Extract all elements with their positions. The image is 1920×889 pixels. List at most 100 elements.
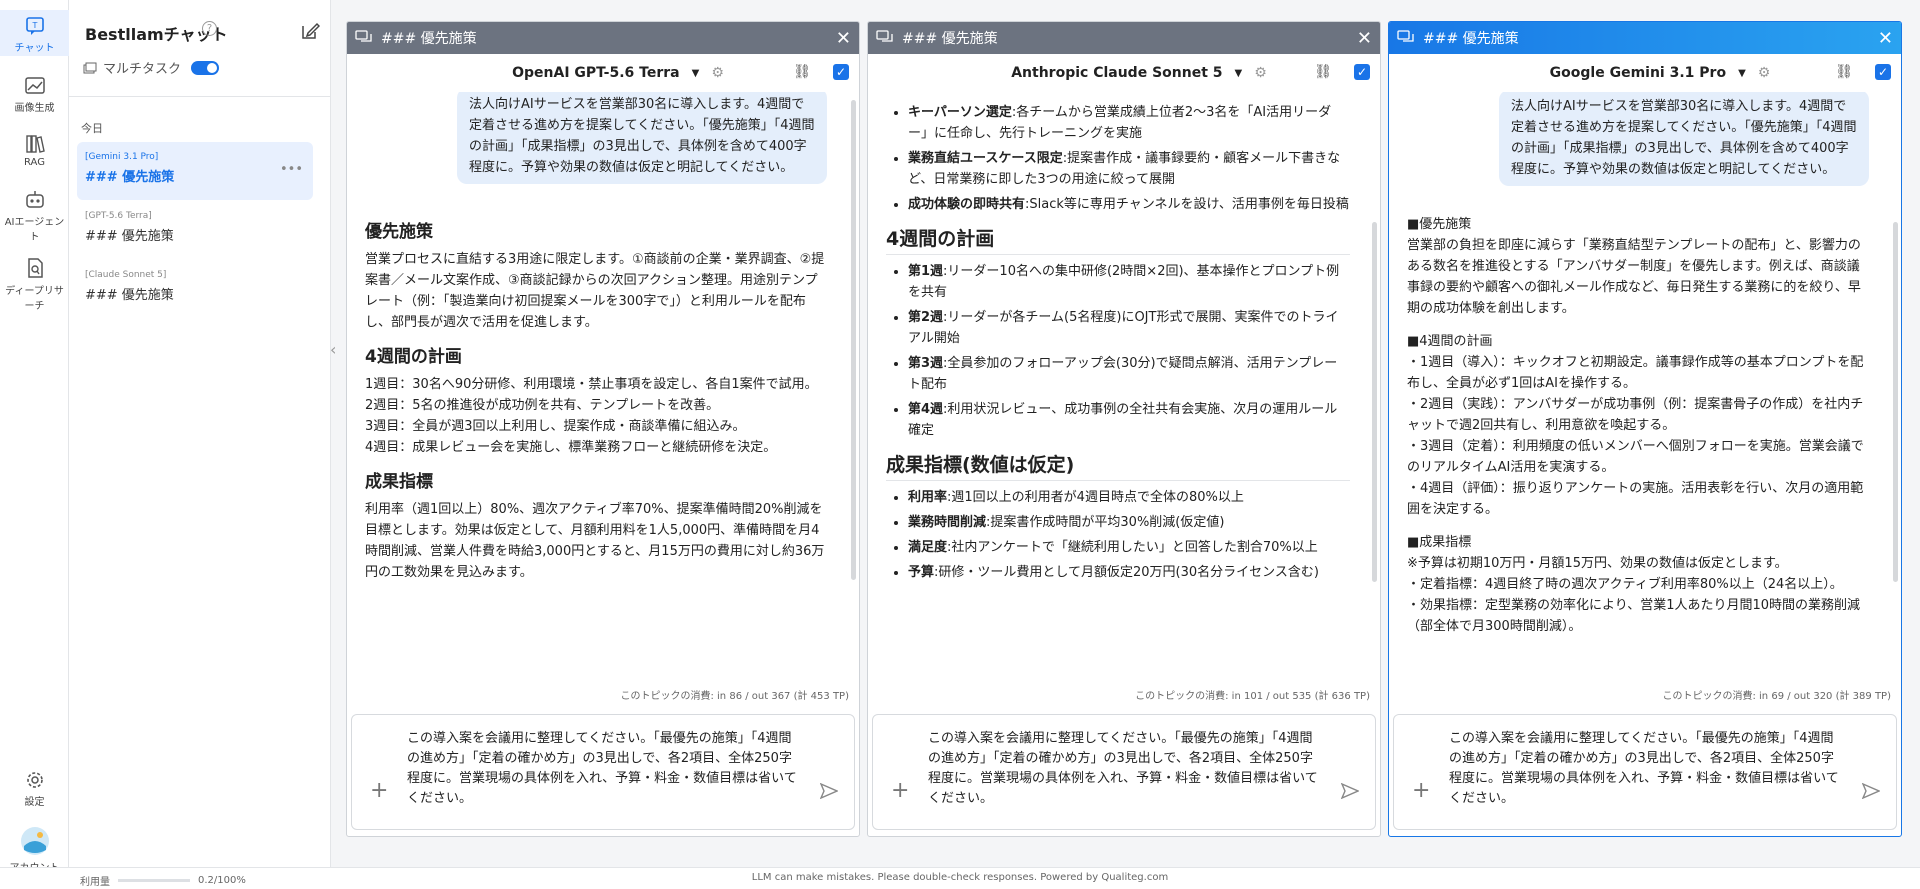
- link-icon[interactable]: ⛓: [1835, 64, 1853, 80]
- plus-icon[interactable]: +: [1412, 780, 1430, 802]
- response-paragraph: 営業プロセスに直結する3用途に限定します。①商談前の企業・業界調査、②提案書／メ…: [365, 252, 825, 330]
- rail-rag[interactable]: RAG: [0, 134, 69, 168]
- rail-agent-label: AIエージェント: [4, 217, 65, 243]
- list-item: 第1週:リーダー10名への集中研修(2時間×2回)、基本操作とプロンプト例を共有: [908, 261, 1350, 303]
- response-line: ※予算は初期10万円・月額15万円、効果の数値は仮定とします。: [1407, 556, 1788, 571]
- list-item: 予算:研修・ツール費用として月額仮定20万円(30名分ライセンス含む): [908, 562, 1350, 583]
- token-usage: このトピックの消費: in 101 / out 535 (計 636 TP): [1135, 691, 1370, 702]
- response-line: 4週目：成果レビュー会を実施し、標準業務フローと継続研修を決定。: [365, 440, 777, 455]
- message-input[interactable]: この導入案を会議用に整理してください。「最優先の施策」「4週間の進め方」「定着の…: [351, 714, 855, 830]
- list-item: 満足度:社内アンケートで「継続利用したい」と回答した割合70%以上: [908, 537, 1350, 558]
- send-icon[interactable]: [820, 783, 838, 799]
- chat-panel-gpt: ### 優先施策 ✕ OpenAI GPT-5.6 Terra ▼ ⚙ ⛓ ✓ 法人…: [346, 21, 860, 837]
- collapse-sidebar-icon[interactable]: ‹: [330, 340, 336, 359]
- link-icon[interactable]: ⛓: [793, 64, 811, 80]
- model-selector[interactable]: OpenAI GPT-5.6 Terra ▼ ⚙ ⛓ ✓: [347, 54, 859, 92]
- model-name: OpenAI GPT-5.6 Terra: [512, 65, 680, 81]
- rail-deep-research-label: ディープリサーチ: [5, 286, 64, 312]
- close-icon[interactable]: ✕: [1357, 28, 1372, 49]
- gear-icon: [26, 772, 43, 788]
- rail-settings-label: 設定: [24, 797, 45, 808]
- sliders-icon[interactable]: ⚙: [1254, 65, 1267, 81]
- multitask-toggle[interactable]: [191, 60, 220, 75]
- conversation-item[interactable]: [GPT-5.6 Terra] ### 優先施策: [77, 201, 313, 259]
- windows-icon: [83, 62, 97, 73]
- rail-chat[interactable]: T チャット: [0, 10, 69, 56]
- message-input-text: この導入案を会議用に整理してください。「最優先の施策」「4週間の進め方」「定着の…: [928, 731, 1318, 806]
- link-icon[interactable]: ⛓: [1314, 64, 1332, 80]
- sliders-icon[interactable]: ⚙: [1758, 65, 1771, 81]
- conversation-title: ### 優先施策: [85, 170, 175, 185]
- select-checkbox[interactable]: ✓: [1354, 64, 1370, 80]
- list-item: 成功体験の即時共有:Slack等に専用チャンネルを設け、活用事例を毎日投稿: [908, 194, 1350, 215]
- image-icon: [24, 77, 45, 94]
- app: T チャット 画像生成 RAG AIエージェント ディープリサーチ 設定 アカウ…: [0, 0, 1920, 889]
- chat-bubbles-icon: [876, 30, 893, 42]
- rail-image[interactable]: 画像生成: [0, 76, 69, 114]
- plus-icon[interactable]: +: [370, 780, 388, 802]
- message-input[interactable]: この導入案を会議用に整理してください。「最優先の施策」「4週間の進め方」「定着の…: [872, 714, 1376, 830]
- scrollbar[interactable]: [1893, 222, 1898, 582]
- rail-deep-research[interactable]: ディープリサーチ: [0, 257, 69, 312]
- list-item: 第4週:利用状況レビュー、成功事例の全社共有会実施、次月の運用ルール確定: [908, 399, 1350, 441]
- send-icon[interactable]: [1341, 783, 1359, 799]
- message-area: 法人向けAIサービスを営業部30名に導入します。4週間で定着させる進め方を提案し…: [1389, 92, 1889, 687]
- response-line: 2週目：5名の推進役が成功例を共有、テンプレートを改善。: [365, 398, 720, 413]
- multitask-row: マルチタスク: [83, 58, 220, 77]
- disclaimer: LLM can make mistakes. Please double-che…: [751, 872, 1169, 883]
- panel-title: ### 優先施策: [1423, 31, 1519, 47]
- more-icon[interactable]: •••: [280, 162, 303, 177]
- rail-settings[interactable]: 設定: [0, 770, 69, 808]
- model-selector[interactable]: Anthropic Claude Sonnet 5 ▼ ⚙ ⛓ ✓: [868, 54, 1380, 92]
- response-heading: 優先施策: [365, 222, 433, 242]
- help-icon[interactable]: ?: [202, 21, 217, 36]
- list-item: キーパーソン選定:各チームから営業成績上位者2〜3名を「AI活用リーダー」に任命…: [908, 102, 1350, 144]
- close-icon[interactable]: ✕: [1878, 28, 1893, 49]
- panel-title: ### 優先施策: [902, 31, 998, 47]
- token-usage: このトピックの消費: in 86 / out 367 (計 453 TP): [620, 691, 849, 702]
- message-input[interactable]: この導入案を会議用に整理してください。「最優先の施策」「4週間の進め方」「定着の…: [1393, 714, 1897, 830]
- document-search-icon: [27, 258, 43, 278]
- panel-header: ### 優先施策 ✕: [1389, 22, 1901, 54]
- section-today: 今日: [81, 122, 103, 135]
- model-name: Anthropic Claude Sonnet 5: [1011, 65, 1223, 81]
- model-selector[interactable]: Google Gemini 3.1 Pro ▼ ⚙ ⛓ ✓: [1389, 54, 1901, 92]
- chevron-down-icon: ▼: [1234, 67, 1243, 79]
- list-item: 第3週:全員参加のフォローアップ会(30分)で疑問点解消、活用テンプレート配布: [908, 353, 1350, 395]
- chat-icon: T: [25, 17, 44, 35]
- plus-icon[interactable]: +: [891, 780, 909, 802]
- divider: [69, 96, 331, 97]
- robot-icon: [25, 191, 44, 208]
- conversation-title: ### 優先施策: [85, 229, 174, 244]
- icon-rail: T チャット 画像生成 RAG AIエージェント ディープリサーチ 設定 アカウ…: [0, 0, 69, 874]
- response-heading: 4週間の計画: [886, 229, 1350, 255]
- send-icon[interactable]: [1862, 783, 1880, 799]
- token-usage: このトピックの消費: in 69 / out 320 (計 389 TP): [1662, 691, 1891, 702]
- select-checkbox[interactable]: ✓: [833, 64, 849, 80]
- panel-header: ### 優先施策 ✕: [868, 22, 1380, 54]
- response-heading: 4週間の計画: [365, 347, 462, 367]
- response-heading: 成果指標: [365, 472, 433, 492]
- response-line: 1週目：30名へ90分研修、利用環境・禁止事項を設定し、各自1案件で試用。: [365, 377, 818, 392]
- scrollbar[interactable]: [851, 100, 856, 580]
- rail-agent[interactable]: AIエージェント: [0, 190, 69, 243]
- scrollbar[interactable]: [1372, 222, 1377, 582]
- sliders-icon[interactable]: ⚙: [711, 65, 724, 81]
- new-chat-icon[interactable]: [300, 21, 320, 41]
- response-line: ・4週目（評価）：振り返りアンケートの実施。活用表彰を行い、次月の適用範囲を決定…: [1407, 481, 1864, 517]
- conversation-item[interactable]: [Claude Sonnet 5] ### 優先施策: [77, 260, 313, 318]
- conversation-item[interactable]: [Gemini 3.1 Pro] ### 優先施策 •••: [77, 142, 313, 200]
- panel-title: ### 優先施策: [381, 31, 477, 47]
- close-icon[interactable]: ✕: [836, 28, 851, 49]
- conversation-model: [Gemini 3.1 Pro]: [85, 152, 159, 162]
- message-input-text: この導入案を会議用に整理してください。「最優先の施策」「4週間の進め方」「定着の…: [407, 731, 797, 806]
- chevron-down-icon: ▼: [1738, 67, 1746, 79]
- response-line: 3週目：全員が週3回以上利用し、提案作成・商談準備に組込み。: [365, 419, 746, 434]
- model-name: Google Gemini 3.1 Pro: [1549, 65, 1727, 81]
- select-checkbox[interactable]: ✓: [1875, 64, 1891, 80]
- response-line: ・2週目（実践）：アンバサダーが成功事例（例：提案書骨子の作成）を社内チャットで…: [1407, 397, 1864, 433]
- response-list: 第1週:リーダー10名への集中研修(2時間×2回)、基本操作とプロンプト例を共有…: [886, 261, 1350, 441]
- chat-bubbles-icon: [1397, 30, 1414, 42]
- message-area: キーパーソン選定:各チームから営業成績上位者2〜3名を「AI活用リーダー」に任命…: [868, 92, 1368, 687]
- message-input-text: この導入案を会議用に整理してください。「最優先の施策」「4週間の進め方」「定着の…: [1449, 731, 1839, 806]
